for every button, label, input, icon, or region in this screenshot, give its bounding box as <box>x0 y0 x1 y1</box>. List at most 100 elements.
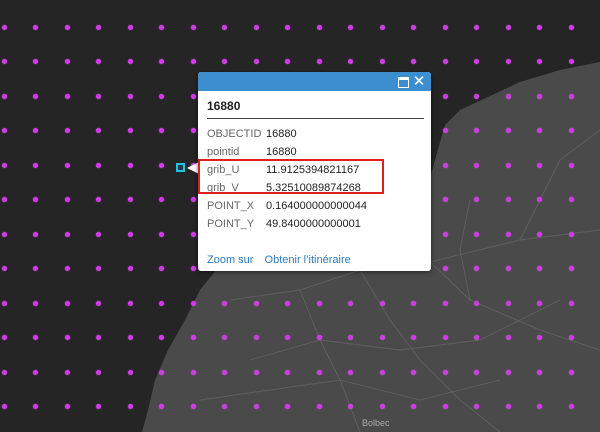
grid-point[interactable] <box>316 24 322 30</box>
grid-point[interactable] <box>442 404 448 409</box>
grid-point[interactable] <box>568 24 574 30</box>
grid-point[interactable] <box>1 59 7 64</box>
grid-point[interactable] <box>127 128 133 133</box>
grid-point[interactable] <box>379 404 385 409</box>
grid-point[interactable] <box>348 404 353 409</box>
grid-point[interactable] <box>64 162 70 168</box>
grid-point[interactable] <box>159 197 164 202</box>
grid-point[interactable] <box>127 24 133 30</box>
grid-point[interactable] <box>64 404 70 409</box>
grid-point[interactable] <box>1 404 7 409</box>
selected-point-marker[interactable] <box>176 163 185 172</box>
grid-point[interactable] <box>505 369 511 375</box>
grid-point[interactable] <box>505 335 511 340</box>
grid-point[interactable] <box>96 404 101 409</box>
grid-point[interactable] <box>33 93 38 99</box>
grid-point[interactable] <box>1 231 7 237</box>
grid-point[interactable] <box>505 93 511 99</box>
grid-point[interactable] <box>474 300 479 306</box>
grid-point[interactable] <box>474 266 479 271</box>
grid-point[interactable] <box>64 300 70 306</box>
grid-point[interactable] <box>442 335 448 340</box>
grid-point[interactable] <box>316 404 322 409</box>
grid-point[interactable] <box>33 369 38 375</box>
grid-point[interactable] <box>474 128 479 133</box>
grid-point[interactable] <box>190 231 196 237</box>
grid-point[interactable] <box>64 197 70 202</box>
zoom-to-link[interactable]: Zoom sur <box>207 254 253 266</box>
grid-point[interactable] <box>285 24 290 30</box>
grid-point[interactable] <box>505 404 511 409</box>
grid-point[interactable] <box>285 404 290 409</box>
grid-point[interactable] <box>348 59 353 64</box>
grid-point[interactable] <box>190 59 196 64</box>
grid-point[interactable] <box>537 162 542 168</box>
grid-point[interactable] <box>1 300 7 306</box>
grid-point[interactable] <box>127 404 133 409</box>
grid-point[interactable] <box>442 266 448 271</box>
grid-point[interactable] <box>96 128 101 133</box>
grid-point[interactable] <box>96 300 101 306</box>
grid-point[interactable] <box>568 300 574 306</box>
grid-point[interactable] <box>537 128 542 133</box>
grid-point[interactable] <box>222 369 227 375</box>
grid-point[interactable] <box>379 24 385 30</box>
grid-point[interactable] <box>33 59 38 64</box>
grid-point[interactable] <box>159 231 164 237</box>
grid-point[interactable] <box>33 231 38 237</box>
grid-point[interactable] <box>505 197 511 202</box>
grid-point[interactable] <box>537 300 542 306</box>
grid-point[interactable] <box>537 197 542 202</box>
grid-point[interactable] <box>442 300 448 306</box>
grid-point[interactable] <box>253 300 259 306</box>
grid-point[interactable] <box>411 404 416 409</box>
grid-point[interactable] <box>96 335 101 340</box>
grid-point[interactable] <box>348 24 353 30</box>
grid-point[interactable] <box>127 266 133 271</box>
grid-point[interactable] <box>159 128 164 133</box>
grid-point[interactable] <box>1 197 7 202</box>
grid-point[interactable] <box>253 369 259 375</box>
grid-point[interactable] <box>253 404 259 409</box>
grid-point[interactable] <box>64 266 70 271</box>
grid-point[interactable] <box>285 369 290 375</box>
grid-point[interactable] <box>505 24 511 30</box>
grid-point[interactable] <box>127 369 133 375</box>
grid-point[interactable] <box>33 404 38 409</box>
grid-point[interactable] <box>253 335 259 340</box>
grid-point[interactable] <box>190 266 196 271</box>
grid-point[interactable] <box>222 404 227 409</box>
grid-point[interactable] <box>285 335 290 340</box>
grid-point[interactable] <box>1 162 7 168</box>
grid-point[interactable] <box>190 93 196 99</box>
grid-point[interactable] <box>348 369 353 375</box>
grid-point[interactable] <box>568 231 574 237</box>
grid-point[interactable] <box>568 59 574 64</box>
grid-point[interactable] <box>96 231 101 237</box>
grid-point[interactable] <box>568 93 574 99</box>
grid-point[interactable] <box>505 231 511 237</box>
grid-point[interactable] <box>33 197 38 202</box>
grid-point[interactable] <box>474 59 479 64</box>
grid-point[interactable] <box>222 24 227 30</box>
grid-point[interactable] <box>127 162 133 168</box>
grid-point[interactable] <box>537 59 542 64</box>
grid-point[interactable] <box>96 197 101 202</box>
grid-point[interactable] <box>474 231 479 237</box>
grid-point[interactable] <box>474 404 479 409</box>
grid-point[interactable] <box>537 404 542 409</box>
grid-point[interactable] <box>442 369 448 375</box>
grid-point[interactable] <box>568 335 574 340</box>
grid-point[interactable] <box>348 300 353 306</box>
grid-point[interactable] <box>64 24 70 30</box>
grid-point[interactable] <box>379 369 385 375</box>
grid-point[interactable] <box>222 300 227 306</box>
grid-point[interactable] <box>190 335 196 340</box>
grid-point[interactable] <box>159 335 164 340</box>
grid-point[interactable] <box>474 162 479 168</box>
grid-point[interactable] <box>1 128 7 133</box>
grid-point[interactable] <box>568 197 574 202</box>
grid-point[interactable] <box>442 128 448 133</box>
grid-point[interactable] <box>568 404 574 409</box>
grid-point[interactable] <box>222 59 227 64</box>
